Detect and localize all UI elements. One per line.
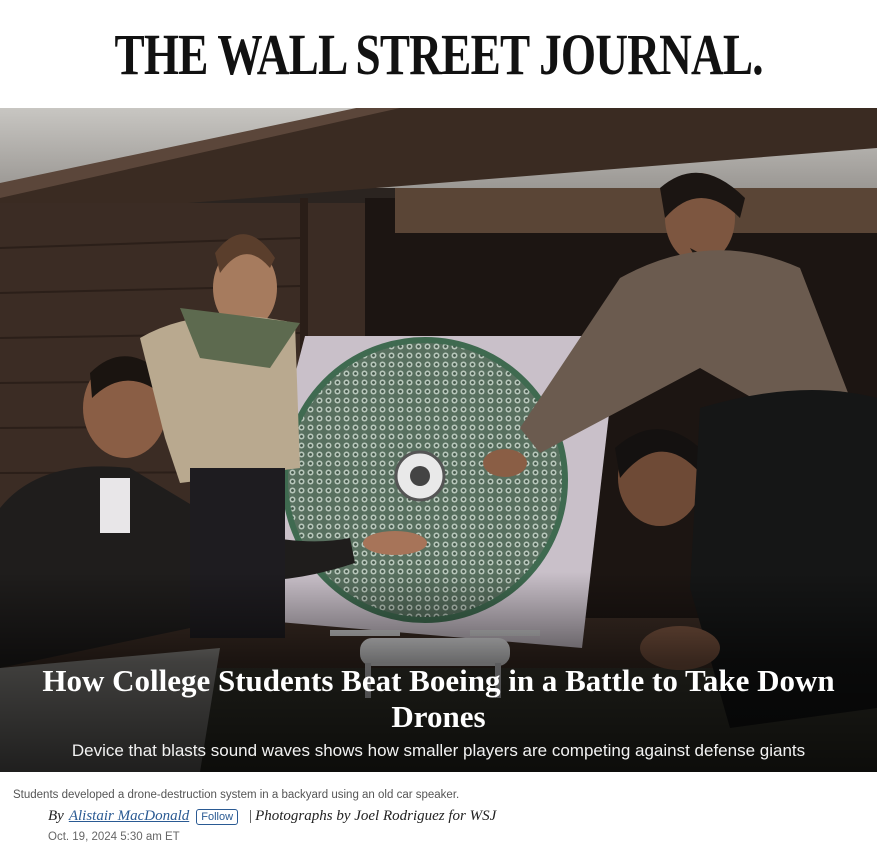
hero-image: How College Students Beat Boeing in a Ba… (0, 108, 877, 772)
publish-timestamp: Oct. 19, 2024 5:30 am ET (48, 831, 180, 843)
masthead: THE WALL STREET JOURNAL. (0, 0, 877, 108)
byline-separator: | (249, 808, 253, 824)
author-link[interactable]: Alistair MacDonald (69, 808, 189, 825)
publication-logo[interactable]: THE WALL STREET JOURNAL. (114, 21, 763, 88)
byline: By Alistair MacDonald Follow | Photograp… (48, 808, 496, 825)
follow-button[interactable]: Follow (196, 808, 239, 825)
article-headline: How College Students Beat Boeing in a Ba… (42, 663, 835, 734)
byline-prefix: By (48, 808, 64, 824)
photo-credit: Photographs by Joel Rodriguez for WSJ (255, 808, 497, 824)
article-dek: Device that blasts sound waves shows how… (71, 741, 806, 760)
photo-caption: Students developed a drone-destruction s… (13, 789, 460, 801)
